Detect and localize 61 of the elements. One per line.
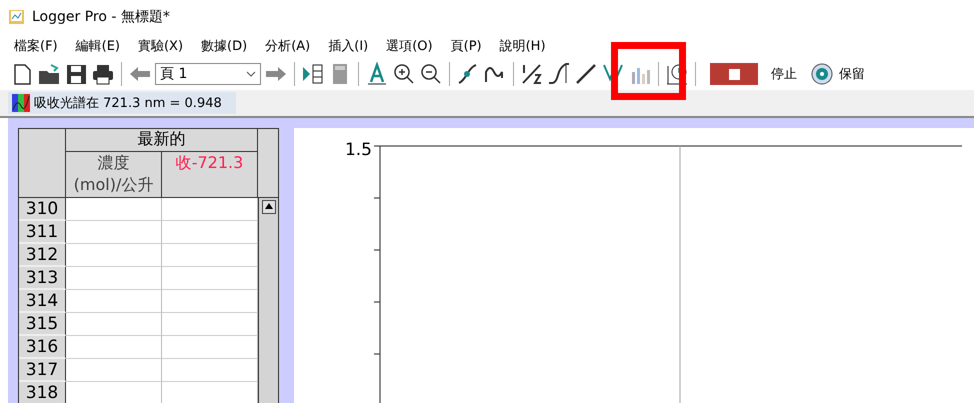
table-cell[interactable] [162,290,258,313]
scroll-up-button[interactable] [262,200,276,214]
column-header[interactable]: 濃度 (mol)/公升 [66,152,162,198]
table-cell[interactable] [66,359,162,382]
table-cell[interactable] [66,221,162,244]
text-format-icon[interactable] [365,62,389,86]
row-number: 312 [19,244,66,267]
stop-button[interactable] [710,63,758,85]
row-number: 314 [19,290,66,313]
menu-item[interactable]: 插入(I) [328,37,368,55]
keep-label: 保留 [839,66,865,83]
scrollbar[interactable] [258,198,278,403]
menu-item[interactable]: 說明(H) [500,37,546,55]
dropdown-caret-icon [246,71,256,77]
menu-item[interactable]: 選項(O) [386,37,433,55]
sensor-reading[interactable]: 吸收光譜在 721.3 nm = 0.948 [8,92,236,114]
row-number: 317 [19,359,66,382]
shutter-icon[interactable] [810,62,834,86]
s-curve-icon[interactable] [547,62,571,86]
row-number: 316 [19,336,66,359]
table-cell[interactable] [162,336,258,359]
table-cell[interactable] [66,267,162,290]
y-tick-label: 1.5 [344,140,373,162]
row-number: 311 [19,221,66,244]
window-title: Logger Pro - 無標題* [32,8,170,26]
half-fraction-icon[interactable] [520,62,544,86]
up-triangle-icon [264,203,272,209]
group-header: 最新的 [66,129,258,152]
zoom-out-icon[interactable] [419,62,443,86]
table-cell[interactable] [66,336,162,359]
page-select[interactable]: 頁 1 [155,63,261,85]
table-cell[interactable] [66,244,162,267]
save-icon[interactable] [64,62,88,86]
table-cell[interactable] [162,359,258,382]
stop-label: 停止 [771,66,797,83]
reading-text: 吸收光譜在 721.3 nm = 0.948 [34,95,222,112]
row-number: 310 [19,198,66,221]
printer-icon[interactable] [91,62,115,86]
timer-icon[interactable] [665,62,689,86]
row-number: 318 [19,382,66,403]
spectrum-icon [12,94,30,112]
row-number: 315 [19,313,66,336]
table-column-icon[interactable] [301,62,325,86]
table-cell[interactable] [162,267,258,290]
table-cell[interactable] [162,244,258,267]
line-fit-icon[interactable] [574,62,598,86]
table-cell[interactable] [162,313,258,336]
menu-item[interactable]: 數據(D) [201,37,248,55]
table-cell[interactable] [66,313,162,336]
app-icon [8,8,26,26]
menu-item[interactable]: 實驗(X) [138,37,184,55]
zoom-in-icon[interactable] [392,62,416,86]
table-cell[interactable] [162,221,258,244]
menu-item[interactable]: 頁(P) [450,37,482,55]
menu-item[interactable]: 編輯(E) [76,37,120,55]
menu-item[interactable]: 分析(A) [265,37,310,55]
table-cell[interactable] [66,198,162,221]
menu-item[interactable]: 檔案(F) [14,37,58,55]
row-number: 313 [19,267,66,290]
open-folder-icon[interactable] [37,62,61,86]
table-cell[interactable] [66,290,162,313]
